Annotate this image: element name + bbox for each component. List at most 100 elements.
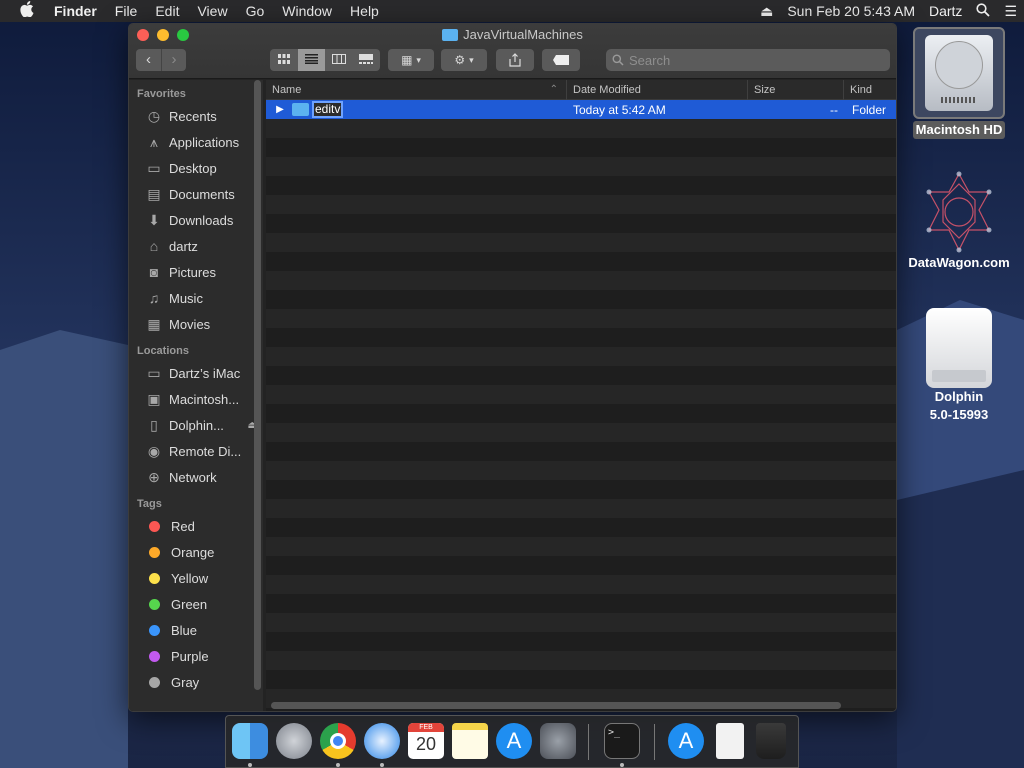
folder-icon — [292, 103, 309, 116]
group-by-button[interactable]: ▦ ▾ — [388, 49, 434, 71]
back-button[interactable]: ‹ — [136, 49, 161, 71]
search-field[interactable] — [606, 49, 890, 71]
empty-row — [266, 252, 896, 271]
menu-window[interactable]: Window — [273, 3, 341, 19]
empty-row — [266, 480, 896, 499]
row-name-cell: ▶ editv — [266, 101, 567, 118]
eject-menu-icon[interactable]: ⏏ — [753, 3, 780, 20]
menu-go[interactable]: Go — [237, 3, 274, 19]
sidebar-item-downloads[interactable]: ⬇ Downloads — [129, 207, 263, 233]
horizontal-scrollbar[interactable] — [271, 702, 841, 709]
menu-help[interactable]: Help — [341, 3, 388, 19]
icon-view-button[interactable] — [270, 49, 298, 71]
applications-icon: ⩚ — [150, 133, 158, 150]
sidebar-item-recents[interactable]: ◷ Recents — [129, 103, 263, 129]
running-indicator — [336, 763, 340, 767]
dock-finder-icon[interactable] — [232, 723, 268, 759]
sidebar-item-label: dartz — [169, 238, 198, 254]
tag-color-dot — [149, 572, 160, 584]
menu-bar: Finder File Edit View Go Window Help ⏏ S… — [0, 0, 1024, 22]
desktop-icon-macintosh-hd[interactable]: Macintosh HD — [906, 27, 1012, 139]
camera-icon: ◙ — [149, 264, 159, 280]
menu-view[interactable]: View — [188, 3, 236, 19]
menu-file[interactable]: File — [106, 3, 147, 19]
grid-group-icon: ▦ — [401, 53, 413, 67]
disclosure-triangle-icon[interactable]: ▶ — [272, 104, 288, 115]
sidebar-tag-blue[interactable]: Blue — [129, 617, 263, 643]
sidebar-tag-purple[interactable]: Purple — [129, 643, 263, 669]
sidebar-item-music[interactable]: ♫ Music — [129, 285, 263, 311]
sidebar-item-label: Orange — [171, 544, 215, 560]
dock-notes-icon[interactable] — [452, 723, 488, 759]
sidebar-item-movies[interactable]: ▦ Movies — [129, 311, 263, 337]
rename-input[interactable]: editv — [312, 101, 344, 118]
tags-button[interactable] — [542, 49, 580, 71]
dock-downloads-stack-icon[interactable]: A — [668, 723, 704, 759]
menu-finder[interactable]: Finder — [54, 3, 106, 19]
search-icon — [612, 54, 624, 66]
sidebar-item-documents[interactable]: ▤ Documents — [129, 181, 263, 207]
sidebar-item-applications[interactable]: ⩚ Applications — [129, 129, 263, 155]
dock-system-preferences-icon[interactable] — [540, 723, 576, 759]
table-row[interactable]: ▶ editv Today at 5:42 AM -- Folder — [266, 100, 896, 119]
column-header-name[interactable]: Name ⌃ — [266, 80, 567, 100]
column-headers: Name ⌃ Date Modified Size Kind — [266, 80, 896, 100]
sidebar-item-dolphin[interactable]: ▯ Dolphin... ⏏ — [129, 412, 263, 438]
sidebar-tag-red[interactable]: Red — [129, 513, 263, 539]
search-input[interactable] — [629, 52, 869, 68]
home-icon: ⌂ — [149, 238, 159, 254]
sidebar-item-macintosh-hd[interactable]: ▣ Macintosh... — [129, 386, 263, 412]
menubar-user[interactable]: Dartz — [922, 3, 969, 19]
empty-row — [266, 157, 896, 176]
desktop-icon-dolphin[interactable]: Dolphin 5.0-15993 — [906, 308, 1012, 424]
share-button[interactable] — [496, 49, 534, 71]
row-kind-cell: Folder — [852, 102, 887, 117]
action-menu-button[interactable]: ⚙ ▾ — [441, 49, 487, 71]
title-bar: JavaVirtualMachines ‹ › ▦ ▾ ⚙ ▾ — [129, 24, 896, 79]
dock-app-store-icon[interactable]: A — [496, 723, 532, 759]
sidebar-item-imac[interactable]: ▭ Dartz’s iMac — [129, 360, 263, 386]
sidebar-item-label: Pictures — [169, 264, 216, 280]
dock-chrome-icon[interactable] — [320, 723, 356, 759]
sidebar-item-pictures[interactable]: ◙ Pictures — [129, 259, 263, 285]
desktop-icon-label: DataWagon.com — [908, 255, 1010, 270]
dock-launchpad-icon[interactable] — [276, 723, 312, 759]
sidebar-tag-yellow[interactable]: Yellow — [129, 565, 263, 591]
dock-disk-image-icon[interactable] — [716, 723, 744, 759]
external-drive-icon — [926, 308, 992, 388]
forward-button[interactable]: › — [161, 49, 186, 71]
sidebar-tag-gray[interactable]: Gray — [129, 669, 263, 695]
sidebar-item-home[interactable]: ⌂ dartz — [129, 233, 263, 259]
desktop-icon-datawagon[interactable]: DataWagon.com — [902, 170, 1016, 272]
column-header-size[interactable]: Size — [748, 80, 844, 100]
dock-trash-icon[interactable] — [756, 723, 786, 759]
list-view-button[interactable] — [297, 49, 325, 71]
dock-calendar-icon[interactable]: FEB 20 — [408, 723, 444, 759]
sidebar-tag-orange[interactable]: Orange — [129, 539, 263, 565]
dock-terminal-icon[interactable]: >_ — [604, 723, 640, 759]
optical-disc-icon: ◉ — [147, 442, 161, 459]
sidebar-item-remote-disc[interactable]: ◉ Remote Di... — [129, 438, 263, 464]
tag-color-dot — [149, 676, 160, 688]
column-header-kind[interactable]: Kind — [844, 80, 896, 100]
gallery-view-button[interactable] — [353, 49, 381, 71]
sidebar-item-label: Music — [169, 290, 203, 306]
sidebar-item-desktop[interactable]: ▭ Desktop — [129, 155, 263, 181]
menu-edit[interactable]: Edit — [146, 3, 188, 19]
sidebar-item-network[interactable]: ⊕ Network — [129, 464, 263, 490]
sidebar-scrollbar[interactable] — [254, 80, 261, 690]
apple-menu-icon[interactable] — [0, 1, 54, 21]
column-view-button[interactable] — [325, 49, 353, 71]
column-header-date[interactable]: Date Modified — [567, 80, 748, 100]
empty-row — [266, 556, 896, 575]
spotlight-search-icon[interactable] — [969, 2, 997, 20]
row-size-cell: -- — [830, 102, 838, 117]
notification-center-icon[interactable]: ☰ — [997, 3, 1024, 20]
empty-row — [266, 347, 896, 366]
sidebar-tag-green[interactable]: Green — [129, 591, 263, 617]
menubar-clock[interactable]: Sun Feb 20 5:43 AM — [780, 3, 922, 19]
dock-safari-icon[interactable] — [364, 723, 400, 759]
empty-row — [266, 138, 896, 157]
folder-icon — [442, 28, 459, 41]
globe-icon: ⊕ — [148, 468, 160, 485]
